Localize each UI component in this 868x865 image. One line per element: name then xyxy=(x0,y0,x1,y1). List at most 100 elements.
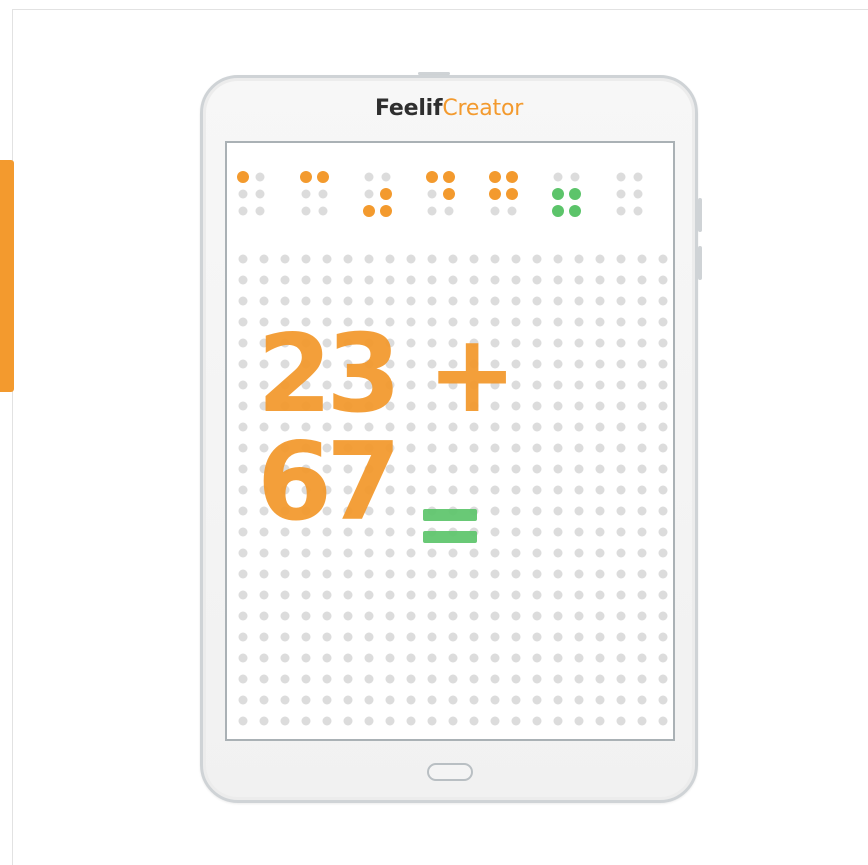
grid-dot xyxy=(553,296,563,306)
grid-dot xyxy=(364,716,374,726)
braille-dot-raised xyxy=(380,205,392,217)
grid-dot xyxy=(343,653,353,663)
grid-dot xyxy=(448,674,458,684)
grid-dot xyxy=(637,590,647,600)
grid-dot xyxy=(469,695,479,705)
grid-dot xyxy=(490,590,500,600)
grid-dot xyxy=(343,716,353,726)
grid-dot xyxy=(448,611,458,621)
grid-dot xyxy=(469,653,479,663)
grid-dot xyxy=(343,590,353,600)
grid-dot xyxy=(343,548,353,558)
grid-dot xyxy=(553,548,563,558)
grid-dot xyxy=(511,674,521,684)
grid-dot xyxy=(595,590,605,600)
grid-dot xyxy=(259,674,269,684)
grid-dot xyxy=(322,716,332,726)
grid-dot xyxy=(343,695,353,705)
grid-dot xyxy=(406,569,416,579)
grid-dot xyxy=(511,590,521,600)
home-button[interactable] xyxy=(427,763,473,781)
braille-dot xyxy=(633,206,643,216)
grid-dot xyxy=(448,254,458,264)
grid-dot xyxy=(238,506,248,516)
grid-dot xyxy=(322,548,332,558)
grid-dot xyxy=(238,338,248,348)
grid-dot xyxy=(385,548,395,558)
grid-dot xyxy=(637,653,647,663)
grid-dot xyxy=(238,485,248,495)
grid-dot xyxy=(658,275,668,285)
grid-dot xyxy=(637,569,647,579)
grid-dot xyxy=(427,590,437,600)
side-tab[interactable] xyxy=(0,160,14,392)
grid-dot xyxy=(532,674,542,684)
grid-dot xyxy=(637,296,647,306)
grid-dot xyxy=(616,590,626,600)
grid-dot xyxy=(301,590,311,600)
grid-dot xyxy=(616,653,626,663)
grid-dot xyxy=(511,632,521,642)
braille-screen[interactable]: 23 + 67 xyxy=(225,141,675,741)
grid-dot xyxy=(280,653,290,663)
braille-dot xyxy=(570,172,580,182)
braille-dot xyxy=(633,172,643,182)
grid-dot xyxy=(238,653,248,663)
grid-dot xyxy=(490,548,500,558)
grid-dot xyxy=(406,548,416,558)
grid-dot xyxy=(322,296,332,306)
grid-dot xyxy=(616,275,626,285)
grid-dot xyxy=(574,590,584,600)
grid-dot xyxy=(490,254,500,264)
grid-dot xyxy=(658,569,668,579)
grid-dot xyxy=(385,590,395,600)
grid-dot xyxy=(469,590,479,600)
grid-dot xyxy=(301,254,311,264)
grid-dot xyxy=(259,653,269,663)
grid-dot xyxy=(280,275,290,285)
grid-dot xyxy=(448,695,458,705)
grid-dot xyxy=(553,254,563,264)
grid-dot xyxy=(259,548,269,558)
grid-dot xyxy=(406,590,416,600)
grid-dot xyxy=(490,716,500,726)
grid-dot xyxy=(427,275,437,285)
grid-dot xyxy=(595,716,605,726)
grid-dot xyxy=(511,569,521,579)
grid-dot xyxy=(406,275,416,285)
grid-dot xyxy=(553,611,563,621)
grid-dot xyxy=(616,569,626,579)
grid-dot xyxy=(238,296,248,306)
braille-dot xyxy=(364,189,374,199)
grid-dot xyxy=(301,296,311,306)
grid-dot xyxy=(343,296,353,306)
grid-dot xyxy=(406,296,416,306)
grid-dot xyxy=(238,380,248,390)
grid-dot xyxy=(259,254,269,264)
grid-dot xyxy=(406,716,416,726)
grid-dot xyxy=(343,632,353,642)
grid-dot xyxy=(574,632,584,642)
grid-dot xyxy=(637,716,647,726)
grid-dot xyxy=(343,611,353,621)
grid-dot xyxy=(448,569,458,579)
braille-dot xyxy=(364,172,374,182)
braille-dot xyxy=(255,172,265,182)
grid-dot xyxy=(469,611,479,621)
grid-dot xyxy=(553,695,563,705)
grid-dot xyxy=(301,674,311,684)
grid-dot xyxy=(595,695,605,705)
braille-dot-raised xyxy=(380,188,392,200)
grid-dot xyxy=(238,401,248,411)
grid-dot xyxy=(616,611,626,621)
grid-dot xyxy=(616,716,626,726)
braille-dot xyxy=(318,189,328,199)
braille-dot xyxy=(238,206,248,216)
braille-dot xyxy=(633,189,643,199)
grid-dot xyxy=(511,275,521,285)
grid-dot xyxy=(532,716,542,726)
grid-dot xyxy=(385,296,395,306)
grid-dot xyxy=(238,569,248,579)
grid-dot xyxy=(238,674,248,684)
grid-dot xyxy=(595,275,605,285)
